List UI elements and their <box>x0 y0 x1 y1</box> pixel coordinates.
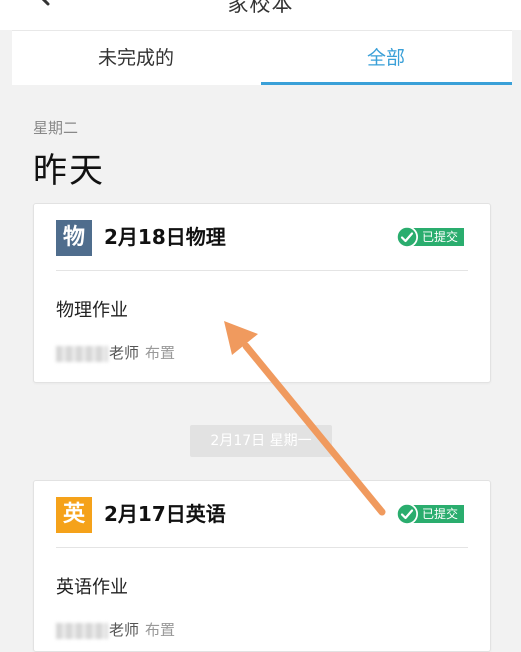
day-heading: 昨天 <box>33 151 105 191</box>
assigned-label: 布置 <box>145 344 176 362</box>
weekday-label: 星期二 <box>33 119 79 137</box>
teacher-info: 老师 布置 <box>56 619 175 641</box>
status-label: 已提交 <box>410 505 465 523</box>
homework-title: 2月18日物理 <box>104 225 226 249</box>
blurred-teacher-name <box>56 622 108 639</box>
check-circle-icon <box>396 226 418 248</box>
teacher-label: 老师 <box>109 621 140 639</box>
tab-all[interactable]: 全部 <box>260 31 512 85</box>
teacher-info: 老师 布置 <box>56 342 175 364</box>
blurred-teacher-name <box>56 345 108 362</box>
assigned-label: 布置 <box>145 621 176 639</box>
check-circle-icon <box>396 503 418 525</box>
teacher-label: 老师 <box>109 344 140 362</box>
app-bar: 家校本 <box>0 0 521 30</box>
homework-list[interactable]: 星期二 昨天 物 2月18日物理 已提交 物理作业 老师 布置 2月17日 星期一… <box>12 85 512 652</box>
subject-badge: 物 <box>56 220 92 256</box>
tab-bar: 未完成的 全部 <box>12 30 512 85</box>
homework-title: 2月17日英语 <box>104 502 226 526</box>
homework-description: 英语作业 <box>56 577 128 598</box>
page-title: 家校本 <box>227 0 294 16</box>
homework-card-english[interactable]: 英 2月17日英语 已提交 英语作业 老师 布置 <box>33 480 491 652</box>
divider <box>56 547 468 548</box>
homework-description: 物理作业 <box>56 300 128 321</box>
tab-incomplete[interactable]: 未完成的 <box>12 31 260 85</box>
subject-badge: 英 <box>56 497 92 533</box>
date-separator: 2月17日 星期一 <box>190 425 332 457</box>
status-label: 已提交 <box>410 228 465 246</box>
homework-card-physics[interactable]: 物 2月18日物理 已提交 物理作业 老师 布置 <box>33 203 491 383</box>
divider <box>56 270 468 271</box>
